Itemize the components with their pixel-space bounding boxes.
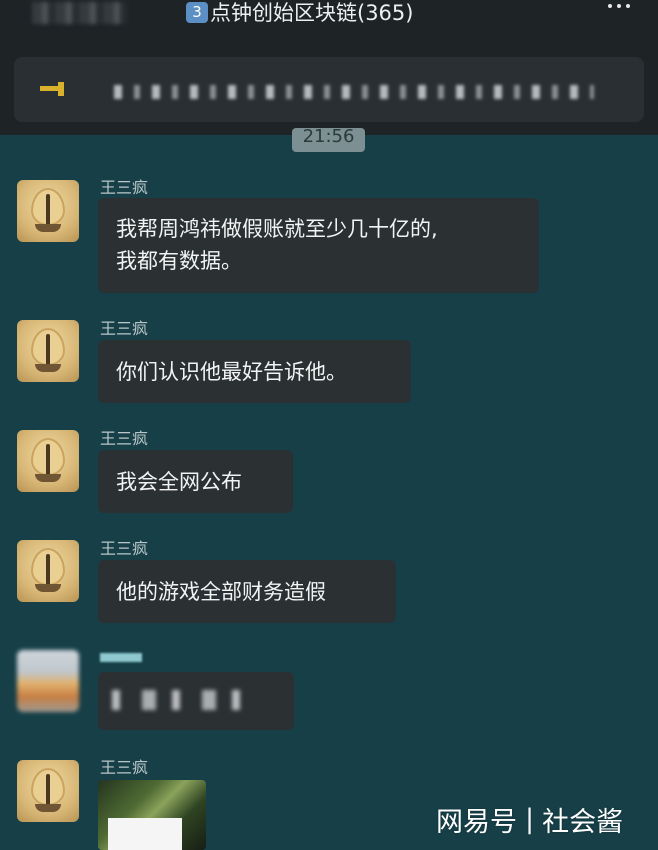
- message-line: 他的游戏全部财务造假: [116, 580, 326, 604]
- unread-badge: 3: [186, 1, 208, 23]
- sender-name: 王三疯: [100, 758, 149, 777]
- sender-avatar[interactable]: [17, 180, 79, 242]
- message-bubble[interactable]: 你们认识他最好告诉他。: [98, 340, 411, 403]
- blurred-announcement-text: [114, 85, 594, 99]
- watermark: 网易号 | 社会酱: [436, 800, 623, 839]
- announcement-icon: [40, 82, 70, 96]
- blurred-back-area[interactable]: [32, 2, 127, 24]
- sender-name: 王三疯: [100, 178, 149, 197]
- message-bubble[interactable]: 他的游戏全部财务造假: [98, 560, 396, 623]
- blurred-message-text: [112, 690, 247, 710]
- sender-avatar[interactable]: [17, 430, 79, 492]
- message-line: 我会全网公布: [116, 470, 242, 494]
- message-line: 你们认识他最好告诉他。: [116, 360, 347, 384]
- watermark-separator: |: [525, 804, 535, 835]
- image-message[interactable]: [98, 780, 206, 850]
- message-line: 我都有数据。: [116, 249, 242, 273]
- watermark-source: 网易号: [436, 807, 517, 838]
- sender-avatar[interactable]: [17, 760, 79, 822]
- watermark-author: 社会酱: [542, 807, 624, 838]
- group-name: 点钟创始区块链(365): [210, 1, 414, 25]
- sender-name: 王三疯: [100, 539, 149, 558]
- message-line: 我帮周鸿祎做假账就至少几十亿的,: [116, 217, 438, 241]
- sender-name: 王三疯: [100, 429, 149, 448]
- sender-avatar[interactable]: [17, 320, 79, 382]
- blurred-avatar[interactable]: [17, 650, 79, 712]
- time-divider: 21:56: [292, 128, 365, 152]
- sender-name: 王三疯: [100, 319, 149, 338]
- more-options-icon[interactable]: [608, 4, 630, 8]
- chat-title: 3 点钟创始区块链(365): [186, 0, 414, 25]
- message-bubble[interactable]: 我会全网公布: [98, 450, 293, 513]
- sender-avatar[interactable]: [17, 540, 79, 602]
- blurred-sender-name: [100, 653, 142, 662]
- pinned-announcement[interactable]: [14, 57, 644, 122]
- message-bubble[interactable]: 我帮周鸿祎做假账就至少几十亿的, 我都有数据。: [98, 198, 539, 293]
- chat-header: 3 点钟创始区块链(365): [0, 0, 658, 135]
- blurred-message-bubble[interactable]: [98, 672, 294, 730]
- image-screenshot-inset: [108, 818, 182, 850]
